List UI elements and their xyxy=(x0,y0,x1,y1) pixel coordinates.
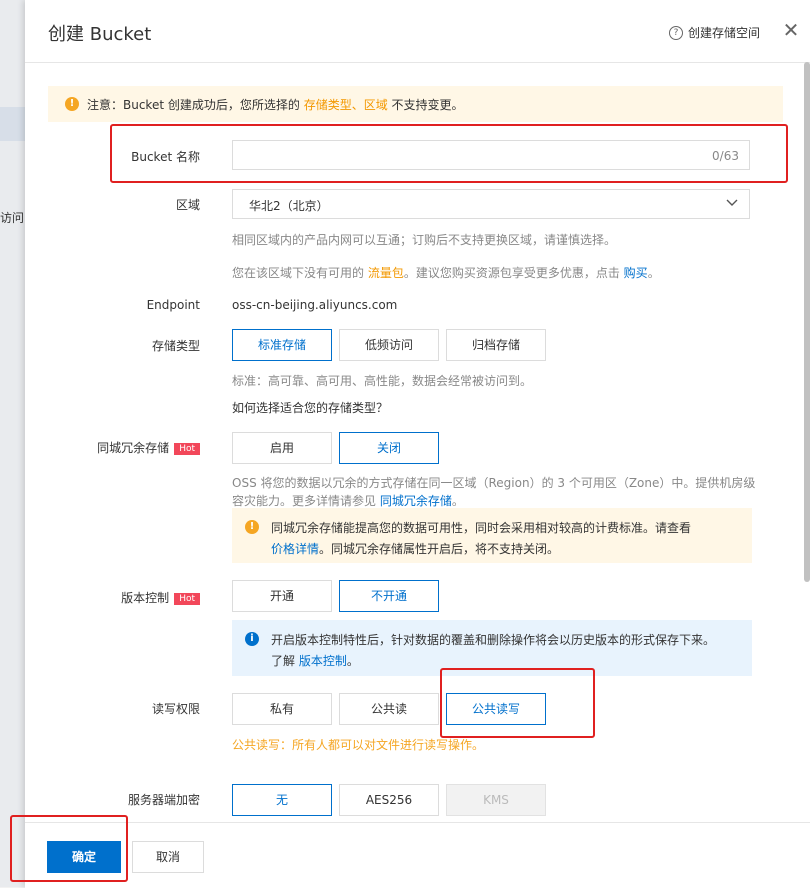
encryption-aes256-button[interactable]: AES256 xyxy=(339,784,439,816)
versioning-disable-button[interactable]: 不开通 xyxy=(339,580,439,612)
region-hint: 相同区域内的产品内网可以互通；订购后不支持更换区域，请谨慎选择。 xyxy=(232,233,617,247)
zone-redundancy-enable-button[interactable]: 启用 xyxy=(232,432,332,464)
bucket-name-counter: 0/63 xyxy=(712,149,739,163)
versioning-label: 版本控制 Hot xyxy=(121,589,200,606)
region-selected-value: 华北2（北京） xyxy=(249,199,329,213)
acl-note: 公共读写：所有人都可以对文件进行读写操作。 xyxy=(232,738,485,752)
background-menu-text: 访问 xyxy=(0,211,25,225)
versioning-info-line2: 了解 版本控制。 xyxy=(271,654,359,668)
traffic-package-link[interactable]: 流量包 xyxy=(368,266,404,280)
price-details-link[interactable]: 价格详情 xyxy=(271,542,319,556)
notice-banner: ! 注意：Bucket 创建成功后，您所选择的 存储类型、区域 不支持变更。 xyxy=(48,86,783,122)
zone-warning-line1: 同城冗余存储能提高您的数据可用性，同时会采用相对较高的计费标准。请查看 xyxy=(271,521,692,535)
dialog-header: 创建 Bucket ? 创建存储空间 ✕ xyxy=(25,0,810,63)
storage-class-hint: 标准：高可靠、高可用、高性能，数据会经常被访问到。 xyxy=(232,374,533,388)
create-bucket-dialog: 创建 Bucket ? 创建存储空间 ✕ ! 注意：Bucket 创建成功后，您… xyxy=(25,0,810,888)
background-sidebar: 访问 xyxy=(0,0,25,887)
background-selected-item xyxy=(0,107,25,141)
encryption-kms-button: KMS xyxy=(446,784,546,816)
encryption-none-button[interactable]: 无 xyxy=(232,784,332,816)
region-select[interactable]: 华北2（北京） xyxy=(232,189,750,219)
chevron-down-icon xyxy=(726,199,738,206)
dialog-title: 创建 Bucket xyxy=(48,24,152,45)
acl-label: 读写权限 xyxy=(151,702,200,716)
endpoint-value: oss-cn-beijing.aliyuncs.com xyxy=(232,298,398,312)
versioning-info: i 开启版本控制特性后，针对数据的覆盖和删除操作将会以历史版本的形式保存下来。 … xyxy=(232,620,752,676)
hot-badge: Hot xyxy=(174,593,200,605)
confirm-button[interactable]: 确定 xyxy=(47,841,121,873)
help-link-label: 创建存储空间 xyxy=(687,26,760,40)
storage-infrequent-button[interactable]: 低频访问 xyxy=(339,329,439,361)
close-icon[interactable]: ✕ xyxy=(782,20,800,40)
dialog-footer: 确定 取消 xyxy=(25,822,810,888)
versioning-enable-button[interactable]: 开通 xyxy=(232,580,332,612)
storage-archive-button[interactable]: 归档存储 xyxy=(446,329,546,361)
notice-text: 注意：Bucket 创建成功后，您所选择的 存储类型、区域 不支持变更。 xyxy=(87,97,464,112)
acl-private-button[interactable]: 私有 xyxy=(232,693,332,725)
acl-public-read-button[interactable]: 公共读 xyxy=(339,693,439,725)
endpoint-label: Endpoint xyxy=(146,298,200,312)
storage-class-help-link[interactable]: 如何选择适合您的存储类型？ xyxy=(232,399,388,416)
scrollbar[interactable] xyxy=(804,62,810,582)
question-circle-icon: ? xyxy=(668,25,683,40)
help-link[interactable]: ? 创建存储空间 xyxy=(668,24,760,41)
versioning-doc-link[interactable]: 版本控制 xyxy=(299,654,347,668)
encryption-label: 服务器端加密 xyxy=(127,793,200,807)
bucket-name-input[interactable]: 0/63 xyxy=(232,140,750,170)
warning-icon: ! xyxy=(65,97,79,111)
warning-icon: ! xyxy=(245,520,259,534)
info-icon: i xyxy=(245,632,259,646)
zone-redundancy-desc-line1: OSS 将您的数据以冗余的方式存储在同一区域（Region）的 3 个可用区（Z… xyxy=(232,476,756,490)
buy-link[interactable]: 购买 xyxy=(624,266,648,280)
zone-redundancy-doc-link[interactable]: 同城冗余存储 xyxy=(380,494,452,508)
zone-redundancy-label: 同城冗余存储 Hot xyxy=(97,439,200,456)
bucket-name-label: Bucket 名称 xyxy=(131,150,200,164)
zone-redundancy-warning: ! 同城冗余存储能提高您的数据可用性，同时会采用相对较高的计费标准。请查看 价格… xyxy=(232,508,752,563)
zone-warning-line2: 价格详情。同城冗余存储属性开启后，将不支持关闭。 xyxy=(271,542,560,556)
cancel-button[interactable]: 取消 xyxy=(132,841,204,873)
versioning-info-line1: 开启版本控制特性后，针对数据的覆盖和删除操作将会以历史版本的形式保存下来。 xyxy=(271,633,716,647)
zone-redundancy-disable-button[interactable]: 关闭 xyxy=(339,432,439,464)
zone-redundancy-desc-line2: 容灾能力。更多详情请参见 同城冗余存储。 xyxy=(232,494,464,508)
region-label: 区域 xyxy=(175,198,200,212)
region-promo: 您在该区域下没有可用的 流量包。建议您购买资源包享受更多优惠，点击 购买。 xyxy=(232,266,660,280)
storage-standard-button[interactable]: 标准存储 xyxy=(232,329,332,361)
hot-badge: Hot xyxy=(174,443,200,455)
storage-class-label: 存储类型 xyxy=(151,339,200,353)
acl-public-read-write-button[interactable]: 公共读写 xyxy=(446,693,546,725)
